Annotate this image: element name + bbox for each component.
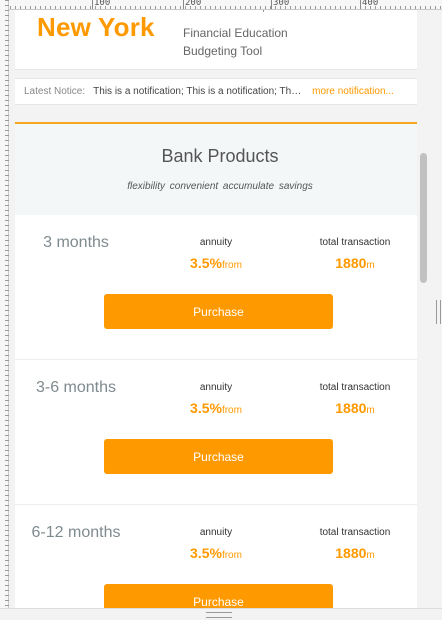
ruler-label-400: 400 — [362, 0, 379, 8]
ruler-major-tick — [92, 0, 93, 9]
resize-grip-bottom-icon[interactable] — [206, 612, 232, 618]
total-transaction-column: total transaction 1880m — [305, 237, 405, 271]
vertical-scrollbar[interactable] — [417, 10, 431, 608]
total-transaction-column: total transaction 1880m — [305, 527, 405, 561]
annuity-label: annuity — [199, 527, 233, 538]
total-transaction-value-group: 1880m — [305, 545, 405, 561]
notice-text: This is a notification; This is a notifi… — [93, 86, 302, 97]
ruler-major-tick — [183, 0, 184, 9]
tool-title-line2: Budgeting Tool — [183, 44, 263, 58]
annuity-value-group: 3.5%from — [170, 255, 262, 271]
annuity-label: annuity — [199, 237, 233, 248]
products-header: Bank Products flexibility convenient acc… — [15, 124, 425, 215]
city-title: New York — [37, 12, 155, 42]
header: New York Financial Education Budgeting T… — [15, 10, 425, 70]
product-item: 3-6 months annuity 3.5%from total transa… — [15, 360, 425, 505]
annuity-label: annuity — [199, 382, 233, 393]
vertical-ruler — [0, 0, 9, 620]
scrollbar-thumb[interactable] — [420, 153, 427, 283]
bank-products-panel: Bank Products flexibility convenient acc… — [15, 122, 425, 608]
total-transaction-value: 1880 — [335, 255, 367, 271]
purchase-button[interactable]: Purchase — [104, 439, 333, 474]
ruler-label-300: 300 — [273, 0, 290, 8]
annuity-value-group: 3.5%from — [170, 400, 262, 416]
annuity-column: annuity 3.5%from — [170, 237, 262, 271]
annuity-value: 3.5% — [190, 400, 222, 416]
tool-title: Financial Education Budgeting Tool — [183, 24, 288, 60]
ruler-major-tick — [360, 0, 361, 9]
ruler-major-tick — [271, 0, 272, 9]
annuity-column: annuity 3.5%from — [170, 527, 262, 561]
total-transaction-unit: m — [366, 260, 375, 271]
total-transaction-label: total transaction — [319, 237, 391, 248]
purchase-button[interactable]: Purchase — [104, 294, 333, 329]
resize-grip-right-icon[interactable] — [436, 300, 441, 324]
annuity-value: 3.5% — [190, 255, 222, 271]
total-transaction-column: total transaction 1880m — [305, 382, 405, 416]
notice-bar: Latest Notice: This is a notification; T… — [15, 78, 425, 105]
total-transaction-value-group: 1880m — [305, 400, 405, 416]
total-transaction-value: 1880 — [335, 400, 367, 416]
annuity-unit: from — [221, 405, 242, 416]
annuity-value-group: 3.5%from — [170, 545, 262, 561]
annuity-column: annuity 3.5%from — [170, 382, 262, 416]
total-transaction-unit: m — [366, 550, 375, 561]
purchase-button[interactable]: Purchase — [104, 584, 333, 608]
more-notification-link[interactable]: more notification... — [312, 86, 394, 97]
clipped-text-fragment — [263, 10, 273, 12]
product-period: 3 months — [43, 234, 109, 251]
ruler-label-200: 200 — [185, 0, 202, 8]
annuity-unit: from — [221, 260, 242, 271]
products-tags: flexibility convenient accumulate saving… — [127, 181, 313, 192]
total-transaction-label: total transaction — [319, 527, 391, 538]
products-title: Bank Products — [161, 146, 279, 166]
annuity-unit: from — [221, 550, 242, 561]
annuity-value: 3.5% — [190, 545, 222, 561]
product-item: 6-12 months annuity 3.5%from total trans… — [15, 505, 425, 608]
page-viewport: New York Financial Education Budgeting T… — [9, 10, 431, 608]
total-transaction-unit: m — [366, 405, 375, 416]
horizontal-ruler: 100 200 300 400 — [0, 0, 442, 10]
product-period: 3-6 months — [35, 379, 117, 396]
total-transaction-value: 1880 — [335, 545, 367, 561]
total-transaction-label: total transaction — [319, 382, 391, 393]
product-period: 6-12 months — [31, 524, 121, 541]
ruler-label-100: 100 — [94, 0, 111, 8]
notice-label: Latest Notice: — [24, 86, 86, 97]
product-item: 3 months annuity 3.5%from total transact… — [15, 215, 425, 360]
tool-title-line1: Financial Education — [183, 26, 288, 40]
total-transaction-value-group: 1880m — [305, 255, 405, 271]
